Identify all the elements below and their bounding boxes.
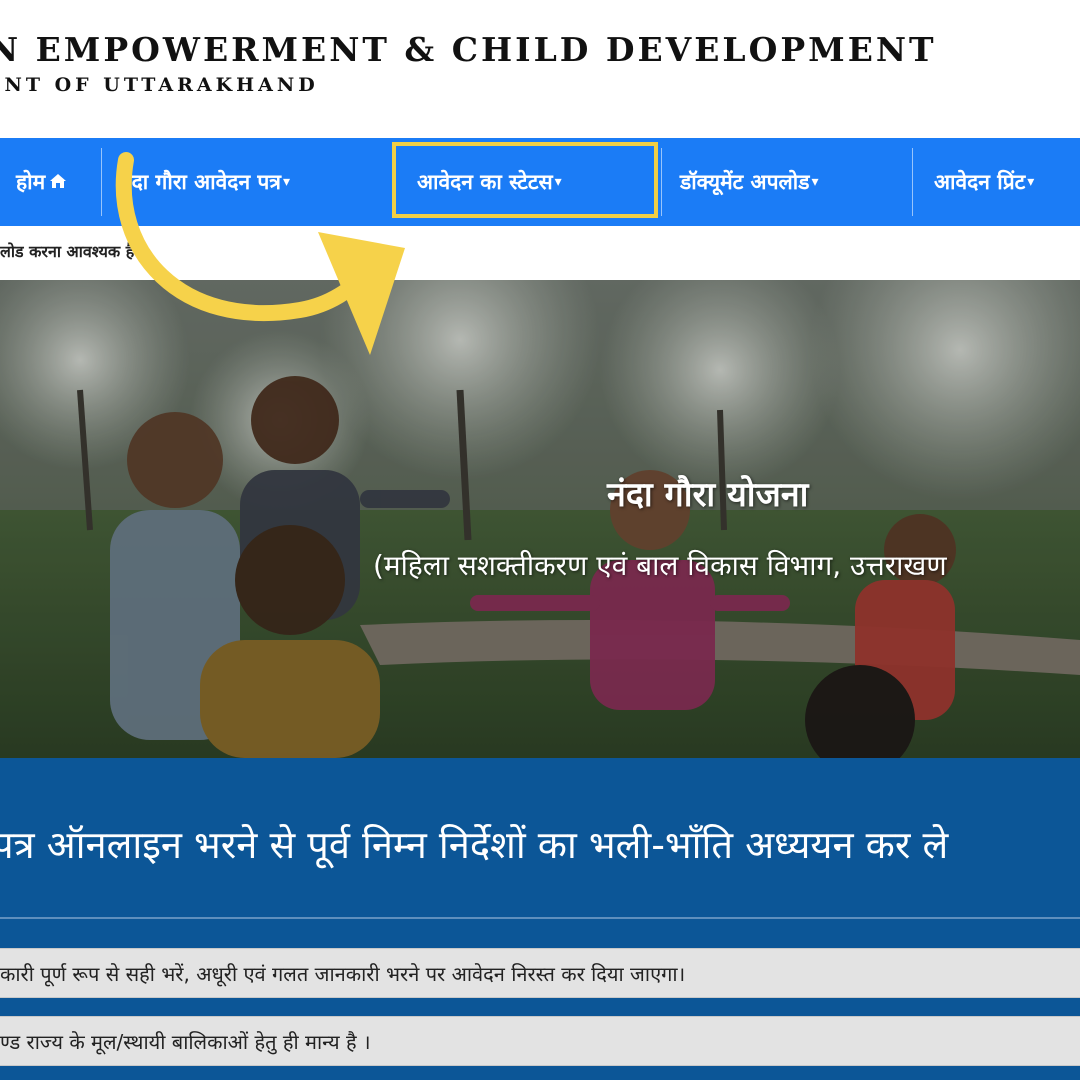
department-title: n Empowerment & Child Development: [0, 30, 937, 69]
nav-home[interactable]: होम: [16, 138, 67, 226]
nav-separator: [912, 148, 913, 216]
chevron-down-icon: ▾: [811, 174, 819, 190]
site-header: n Empowerment & Child Development ent Of…: [0, 0, 1080, 138]
instructions-divider: [0, 917, 1080, 919]
instruction-item: कारी पूर्ण रूप से सही भरें, अधूरी एवं गल…: [0, 948, 1080, 998]
nav-document-upload-label: डॉक्यूमेंट अपलोड: [680, 170, 810, 194]
notice-text: लोड करना आवश्यक है।: [0, 242, 141, 261]
main-navbar: होम नंदा गौरा आवेदन पत्र ▾ आवेदन का स्टे…: [0, 138, 1080, 226]
nav-home-label: होम: [16, 170, 46, 194]
hero-banner: नंदा गौरा योजना (महिला सशक्तीकरण एवं बाल…: [0, 280, 1080, 758]
government-subtitle: ent Of Uttarakhand: [0, 74, 319, 96]
instruction-item-text: ण्ड राज्य के मूल/स्थायी बालिकाओं हेतु ही…: [0, 1029, 371, 1054]
chevron-down-icon: ▾: [554, 174, 562, 190]
nav-application-print-label: आवेदन प्रिंट: [934, 170, 1026, 194]
instructions-panel: पत्र ऑनलाइन भरने से पूर्व निम्न निर्देशो…: [0, 758, 1080, 1080]
nav-document-upload[interactable]: डॉक्यूमेंट अपलोड ▾: [680, 138, 818, 226]
nav-separator: [101, 148, 102, 216]
nav-application-status-label: आवेदन का स्टेटस: [417, 170, 553, 194]
chevron-down-icon: ▾: [282, 174, 290, 190]
instruction-item: ण्ड राज्य के मूल/स्थायी बालिकाओं हेतु ही…: [0, 1016, 1080, 1066]
hero-title: नंदा गौरा योजना: [607, 475, 809, 515]
nav-nanda-gaura-form-label: नंदा गौरा आवेदन पत्र: [120, 170, 281, 194]
nav-separator: [661, 148, 662, 216]
nav-nanda-gaura-form[interactable]: नंदा गौरा आवेदन पत्र ▾: [120, 138, 290, 226]
chevron-down-icon: ▾: [1027, 174, 1035, 190]
home-icon: [49, 170, 67, 194]
instruction-item-text: कारी पूर्ण रूप से सही भरें, अधूरी एवं गल…: [0, 961, 686, 986]
nav-application-print[interactable]: आवेदन प्रिंट ▾: [934, 138, 1034, 226]
hero-subtitle: (महिला सशक्तीकरण एवं बाल विकास विभाग, उत…: [373, 549, 947, 582]
instructions-heading: पत्र ऑनलाइन भरने से पूर्व निम्न निर्देशो…: [0, 823, 949, 867]
hero-photo: [0, 280, 1080, 758]
nav-application-status[interactable]: आवेदन का स्टेटस ▾: [417, 138, 562, 226]
notice-strip: लोड करना आवश्यक है।: [0, 226, 1080, 280]
